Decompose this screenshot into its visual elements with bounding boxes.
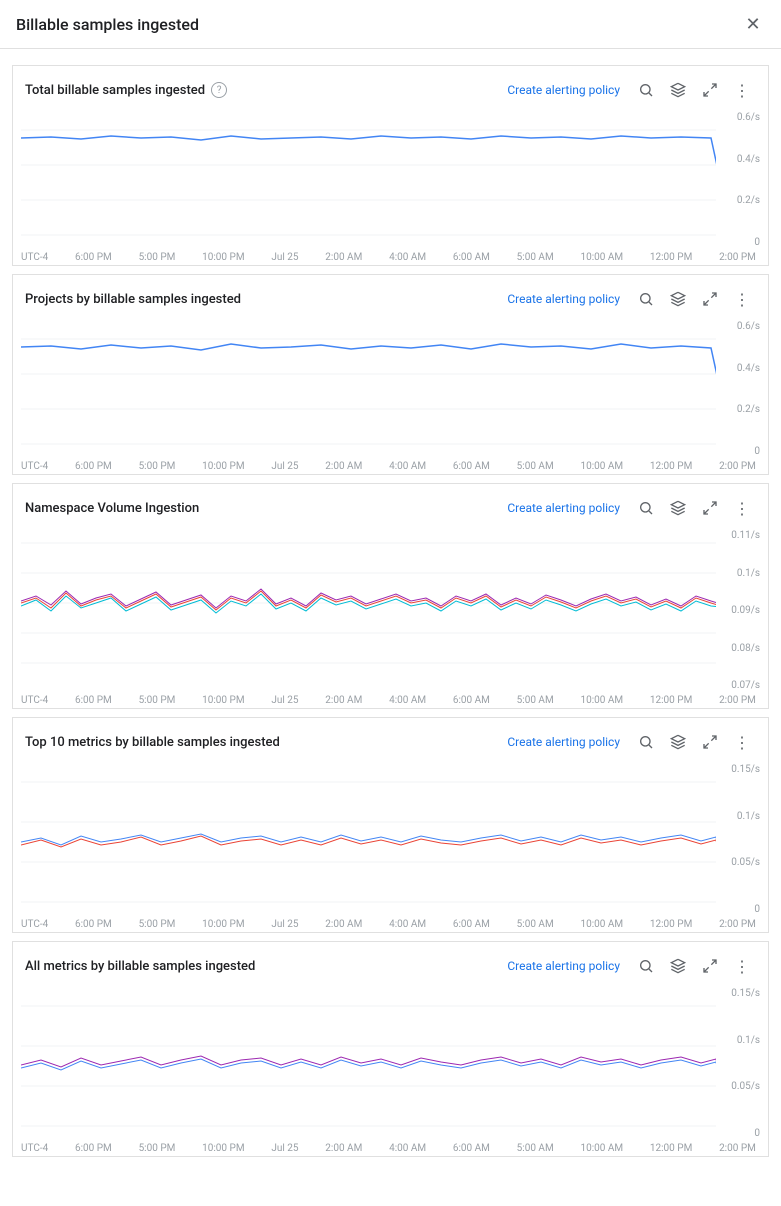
chart-actions-allmetrics: Create alerting policy ⋮ [507, 952, 756, 980]
chart-wrapper-projects: 0.6/s 0.4/s 0.2/s 0 [21, 319, 760, 459]
more-icon-btn-projects[interactable]: ⋮ [728, 285, 756, 313]
chart-panel-namespace: Namespace Volume Ingestion Create alerti… [12, 483, 769, 709]
chart-svg-top10 [21, 762, 716, 917]
fullscreen-icon-btn-allmetrics[interactable] [696, 952, 724, 980]
chart-header-projects: Projects by billable samples ingested Cr… [13, 275, 768, 319]
chart-panel-projects: Projects by billable samples ingested Cr… [12, 274, 769, 475]
chart-title-total-billable: Total billable samples ingested [25, 83, 205, 98]
search-icon-btn-projects[interactable] [632, 285, 660, 313]
chart-actions-total-billable: Create alerting policy ⋮ [507, 76, 756, 104]
search-icon-btn-total[interactable] [632, 76, 660, 104]
y-axis-total: 0.6/s 0.4/s 0.2/s 0 [737, 110, 760, 250]
create-alerting-link-namespace[interactable]: Create alerting policy [507, 501, 620, 515]
close-button[interactable]: ✕ [741, 12, 765, 36]
chart-title-projects: Projects by billable samples ingested [25, 292, 241, 307]
chart-actions-namespace: Create alerting policy ⋮ [507, 494, 756, 522]
fullscreen-icon-btn-projects[interactable] [696, 285, 724, 313]
fullscreen-icon-btn-top10[interactable] [696, 728, 724, 756]
chart-svg-allmetrics [21, 986, 716, 1141]
create-alerting-link-allmetrics[interactable]: Create alerting policy [507, 959, 620, 973]
chart-svg-total [21, 110, 716, 250]
dialog-header: Billable samples ingested ✕ [0, 0, 781, 49]
create-alerting-link-top10[interactable]: Create alerting policy [507, 735, 620, 749]
create-alerting-link-projects[interactable]: Create alerting policy [507, 292, 620, 306]
layers-icon-btn-allmetrics[interactable] [664, 952, 692, 980]
more-icon-btn-allmetrics[interactable]: ⋮ [728, 952, 756, 980]
layers-icon-btn-namespace[interactable] [664, 494, 692, 522]
chart-title-area-top10: Top 10 metrics by billable samples inges… [25, 735, 280, 750]
y-axis-projects: 0.6/s 0.4/s 0.2/s 0 [737, 319, 760, 459]
layers-icon-btn-total[interactable] [664, 76, 692, 104]
chart-svg-projects [21, 319, 716, 459]
chart-title-top10: Top 10 metrics by billable samples inges… [25, 735, 280, 750]
chart-title-area-projects: Projects by billable samples ingested [25, 292, 241, 307]
chart-header-allmetrics: All metrics by billable samples ingested… [13, 942, 768, 986]
layers-icon-btn-projects[interactable] [664, 285, 692, 313]
layers-icon-btn-top10[interactable] [664, 728, 692, 756]
chart-title-area-allmetrics: All metrics by billable samples ingested [25, 959, 255, 974]
chart-wrapper-total: 0.6/s 0.4/s 0.2/s 0 [21, 110, 760, 250]
search-icon-btn-allmetrics[interactable] [632, 952, 660, 980]
chart-wrapper-top10: 0.15/s 0.1/s 0.05/s 0 [21, 762, 760, 917]
more-icon-btn-top10[interactable]: ⋮ [728, 728, 756, 756]
x-axis-projects: UTC-4 6:00 PM 5:00 PM 10:00 PM Jul 25 2:… [13, 459, 768, 474]
chart-header-top10: Top 10 metrics by billable samples inges… [13, 718, 768, 762]
x-axis-total: UTC-4 6:00 PM 5:00 PM 10:00 PM Jul 25 2:… [13, 250, 768, 265]
charts-container: Total billable samples ingested ? Create… [0, 49, 781, 1173]
search-icon-btn-namespace[interactable] [632, 494, 660, 522]
chart-panel-total-billable: Total billable samples ingested ? Create… [12, 65, 769, 266]
fullscreen-icon-btn-namespace[interactable] [696, 494, 724, 522]
chart-panel-allmetrics: All metrics by billable samples ingested… [12, 941, 769, 1157]
chart-wrapper-allmetrics: 0.15/s 0.1/s 0.05/s 0 [21, 986, 760, 1141]
y-axis-allmetrics: 0.15/s 0.1/s 0.05/s 0 [731, 986, 760, 1141]
chart-title-allmetrics: All metrics by billable samples ingested [25, 959, 255, 974]
chart-actions-projects: Create alerting policy ⋮ [507, 285, 756, 313]
create-alerting-link-total[interactable]: Create alerting policy [507, 83, 620, 97]
chart-svg-namespace [21, 528, 716, 693]
chart-header-namespace: Namespace Volume Ingestion Create alerti… [13, 484, 768, 528]
search-icon-btn-top10[interactable] [632, 728, 660, 756]
chart-title-namespace: Namespace Volume Ingestion [25, 501, 199, 516]
chart-title-area: Total billable samples ingested ? [25, 82, 227, 98]
fullscreen-icon-btn-total[interactable] [696, 76, 724, 104]
x-axis-allmetrics: UTC-4 6:00 PM 5:00 PM 10:00 PM Jul 25 2:… [13, 1141, 768, 1156]
chart-wrapper-namespace: 0.11/s 0.1/s 0.09/s 0.08/s 0.07/s [21, 528, 760, 693]
help-icon[interactable]: ? [211, 82, 227, 98]
x-axis-namespace: UTC-4 6:00 PM 5:00 PM 10:00 PM Jul 25 2:… [13, 693, 768, 708]
y-axis-namespace: 0.11/s 0.1/s 0.09/s 0.08/s 0.07/s [731, 528, 760, 693]
more-icon-btn-total[interactable]: ⋮ [728, 76, 756, 104]
chart-header-total-billable: Total billable samples ingested ? Create… [13, 66, 768, 110]
chart-panel-top10: Top 10 metrics by billable samples inges… [12, 717, 769, 933]
chart-actions-top10: Create alerting policy ⋮ [507, 728, 756, 756]
dialog-title: Billable samples ingested [16, 15, 199, 34]
y-axis-top10: 0.15/s 0.1/s 0.05/s 0 [731, 762, 760, 917]
dialog: Billable samples ingested ✕ Total billab… [0, 0, 781, 1206]
x-axis-top10: UTC-4 6:00 PM 5:00 PM 10:00 PM Jul 25 2:… [13, 917, 768, 932]
more-icon-btn-namespace[interactable]: ⋮ [728, 494, 756, 522]
chart-title-area-namespace: Namespace Volume Ingestion [25, 501, 199, 516]
